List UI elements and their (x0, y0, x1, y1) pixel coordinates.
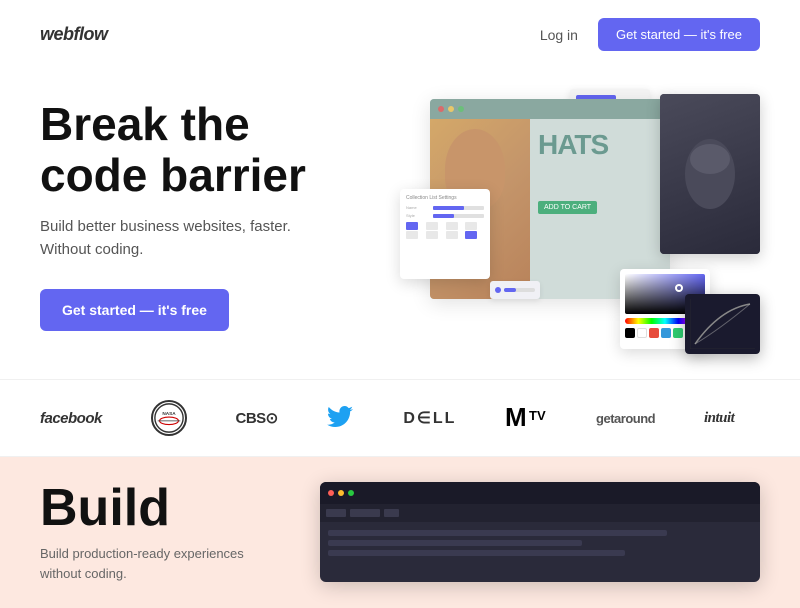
grid-cell (465, 231, 477, 239)
build-subtitle: Build production-ready experiences witho… (40, 544, 290, 583)
collection-panel: Collection List Settings Name Style (400, 189, 490, 279)
panel-grid (406, 222, 484, 239)
toolbar-item (384, 509, 399, 517)
toolbar-item (350, 509, 380, 517)
hero-cta-button[interactable]: Get started — it's free (40, 289, 229, 331)
swatch-green[interactable] (673, 328, 683, 338)
grid-cell (426, 222, 438, 230)
close-dot (438, 106, 444, 112)
hero-content: Break the code barrier Build better busi… (40, 89, 380, 331)
indicator-dot (495, 287, 501, 293)
login-link[interactable]: Log in (540, 27, 578, 43)
intuit-svg: intuit (704, 405, 760, 427)
panel-bar-2 (433, 214, 484, 218)
build-window-controls (320, 482, 760, 504)
build-mockup-body (320, 522, 760, 568)
panel-row-2: Style (406, 213, 484, 218)
facebook-logo: facebook (40, 410, 102, 427)
panel-title: Collection List Settings (406, 195, 484, 201)
build-section: Build Build production-ready experiences… (0, 457, 800, 608)
expand-dot (458, 106, 464, 112)
hat-image (660, 94, 760, 254)
header-cta-button[interactable]: Get started — it's free (598, 18, 760, 51)
text-line (328, 530, 667, 536)
svg-text:M: M (505, 404, 527, 432)
hat-svg (680, 134, 740, 214)
logo: webflow (40, 24, 108, 45)
brand-intuit: intuit (704, 405, 760, 431)
getaround-logo: getaround (596, 411, 655, 426)
toolbar-item (326, 509, 346, 517)
indicator-bar (504, 288, 535, 292)
text-line (328, 550, 625, 556)
hero-title: Break the code barrier (40, 99, 380, 200)
minimize-dot (448, 106, 454, 112)
hero-subtitle: Build better business websites, faster. … (40, 216, 380, 261)
build-title: Build (40, 482, 290, 534)
hat-card (660, 94, 760, 254)
curves-panel (685, 294, 760, 354)
panel-label: Name (406, 205, 431, 210)
brand-facebook: facebook (40, 410, 102, 427)
grid-cell (446, 222, 458, 230)
build-mockup (320, 482, 760, 582)
panel-label-2: Style (406, 213, 431, 218)
panel-bar-fill (433, 206, 463, 210)
header-nav: Log in Get started — it's free (540, 18, 760, 51)
cbs-logo: CBS⊙ (235, 409, 277, 427)
nasa-svg: NASA (153, 401, 185, 435)
grid-cell (406, 231, 418, 239)
swatch-white[interactable] (637, 328, 647, 338)
swatch-black[interactable] (625, 328, 635, 338)
grid-cell (406, 222, 418, 230)
intuit-logo: intuit (704, 405, 760, 431)
grid-cell (446, 231, 458, 239)
header: webflow Log in Get started — it's free (0, 0, 800, 69)
twitter-icon (327, 406, 355, 430)
grid-cell (465, 222, 477, 230)
hero-visual: HATS ADD TO CART Collection List Setting… (400, 89, 760, 369)
curves-svg (690, 299, 755, 349)
swatch-blue[interactable] (661, 328, 671, 338)
brand-mtv: M TV (505, 404, 547, 432)
svg-text:intuit: intuit (704, 410, 736, 426)
minimize-dot (338, 490, 344, 496)
mtv-icon: M TV (505, 404, 547, 432)
hats-label: HATS (538, 129, 662, 161)
mockup-container: HATS ADD TO CART Collection List Setting… (400, 89, 760, 369)
close-dot (328, 490, 334, 496)
nasa-logo: NASA (151, 400, 187, 436)
brand-getaround: getaround (596, 411, 655, 426)
swatch-red[interactable] (649, 328, 659, 338)
color-picker-dot (675, 284, 683, 292)
brand-cbs: CBS⊙ (235, 409, 277, 427)
indicator-fill (504, 288, 516, 292)
mockup-window-controls (430, 99, 670, 119)
dell-logo: D∈LL (403, 408, 456, 428)
small-indicator (490, 281, 540, 299)
build-toolbar (320, 504, 760, 522)
brand-twitter (327, 406, 355, 430)
hero-section: Break the code barrier Build better busi… (0, 69, 800, 379)
panel-bar (433, 206, 484, 210)
panel-bar-fill-2 (433, 214, 453, 218)
brand-dell: D∈LL (403, 408, 456, 428)
brand-nasa: NASA (151, 400, 187, 436)
svg-text:NASA: NASA (162, 411, 176, 416)
panel-row-1: Name (406, 205, 484, 210)
grid-cell (426, 231, 438, 239)
add-to-cart-button[interactable]: ADD TO CART (538, 201, 597, 214)
expand-dot (348, 490, 354, 496)
brands-section: facebook NASA CBS⊙ D∈LL M TV getaround (0, 379, 800, 457)
svg-text:TV: TV (529, 408, 546, 423)
build-content: Build Build production-ready experiences… (40, 482, 290, 583)
text-line (328, 540, 582, 546)
